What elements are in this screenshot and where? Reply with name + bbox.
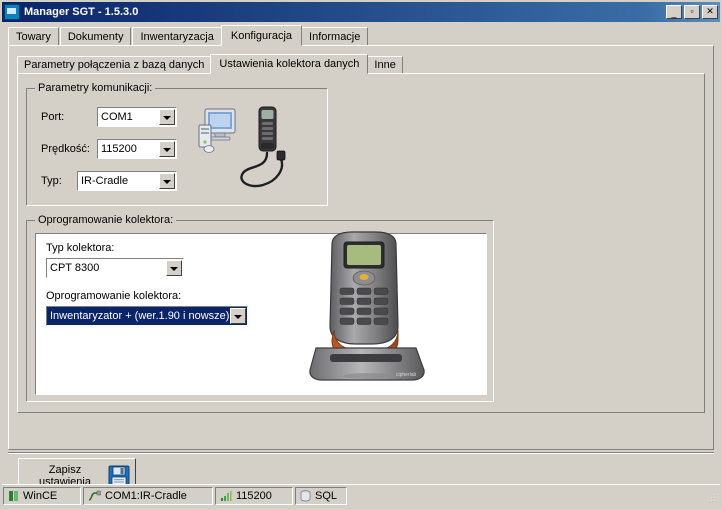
type-label: Typ: bbox=[41, 175, 62, 187]
collector-type-label: Typ kolektora: bbox=[46, 242, 115, 254]
status-os-panel: WinCE bbox=[3, 486, 81, 505]
client-area: Towary Dokumenty Inwentaryzacja Konfigur… bbox=[2, 22, 720, 494]
chevron-down-icon[interactable] bbox=[159, 173, 175, 189]
connection-illustration bbox=[197, 103, 317, 198]
resize-grip[interactable] bbox=[704, 491, 718, 505]
svg-text:cipherlab: cipherlab bbox=[396, 372, 417, 378]
communication-parameters-title: Parametry komunikacji: bbox=[35, 82, 156, 94]
tab-towary[interactable]: Towary bbox=[8, 27, 59, 46]
application-window: Manager SGT - 1.5.3.0 _ ▫ ✕ Towary Dokum… bbox=[0, 0, 722, 509]
collector-settings-page: Parametry komunikacji: Port: COM1 Prędko… bbox=[17, 73, 705, 413]
subtab-ustawienia-kolektora[interactable]: Ustawienia kolektora danych bbox=[210, 54, 369, 74]
wince-icon bbox=[8, 490, 19, 502]
minimize-icon: _ bbox=[671, 8, 677, 18]
type-combobox[interactable]: IR-Cradle bbox=[77, 171, 177, 191]
collector-software-panel: Typ kolektora: CPT 8300 Oprogramowanie k… bbox=[35, 230, 487, 395]
status-port-text: COM1:IR-Cradle bbox=[105, 489, 187, 502]
save-settings-line1: Zapisz bbox=[48, 464, 82, 476]
speed-combobox[interactable]: 115200 bbox=[97, 139, 177, 159]
tab-dokumenty[interactable]: Dokumenty bbox=[59, 27, 132, 46]
title-bar: Manager SGT - 1.5.3.0 _ ▫ ✕ bbox=[2, 2, 720, 22]
status-speed-text: 115200 bbox=[236, 489, 272, 502]
configuration-subtabstrip: Parametry połączenia z bazą danych Ustaw… bbox=[17, 54, 404, 74]
port-combobox[interactable]: COM1 bbox=[97, 107, 177, 127]
status-os-text: WinCE bbox=[23, 489, 58, 502]
status-sql-panel: SQL bbox=[295, 486, 347, 505]
chevron-down-icon[interactable] bbox=[159, 109, 175, 125]
maximize-icon: ▫ bbox=[690, 6, 694, 16]
type-value: IR-Cradle bbox=[81, 175, 129, 187]
collector-software-group: Oprogramowanie kolektora: Typ kolektora:… bbox=[26, 214, 494, 402]
tab-inwentaryzacja[interactable]: Inwentaryzacja bbox=[132, 27, 222, 46]
collector-software-title: Oprogramowanie kolektora: bbox=[35, 214, 177, 226]
subtab-inne[interactable]: Inne bbox=[367, 56, 403, 74]
tab-informacje[interactable]: Informacje bbox=[301, 27, 369, 46]
status-speed-panel: 115200 bbox=[215, 486, 293, 505]
window-title: Manager SGT - 1.5.3.0 bbox=[24, 6, 139, 18]
window-controls: _ ▫ ✕ bbox=[666, 5, 718, 19]
sql-icon bbox=[300, 489, 311, 502]
collector-type-value: CPT 8300 bbox=[50, 262, 100, 274]
configuration-tab-page: Parametry połączenia z bazą danych Ustaw… bbox=[8, 45, 714, 450]
status-bar: WinCE COM1:IR-Cradle 115200 SQL bbox=[2, 484, 720, 506]
app-icon bbox=[4, 4, 20, 20]
communication-parameters-group: Parametry komunikacji: Port: COM1 Prędko… bbox=[26, 82, 328, 206]
tab-konfiguracja[interactable]: Konfiguracja bbox=[220, 25, 303, 46]
chevron-down-icon[interactable] bbox=[230, 308, 246, 324]
chevron-down-icon[interactable] bbox=[166, 260, 182, 276]
status-sql-text: SQL bbox=[315, 489, 338, 502]
close-button[interactable]: ✕ bbox=[702, 5, 718, 19]
collector-software-combobox[interactable]: Inwentaryzator + (wer.1.90 i nowsze) bbox=[46, 306, 248, 326]
collector-type-combobox[interactable]: CPT 8300 bbox=[46, 258, 184, 278]
subtab-parametry-polaczenia[interactable]: Parametry połączenia z bazą danych bbox=[17, 56, 212, 74]
speed-value: 115200 bbox=[101, 143, 137, 155]
maximize-button[interactable]: ▫ bbox=[684, 5, 700, 19]
speed-label: Prędkość: bbox=[41, 143, 90, 155]
cable-icon bbox=[88, 490, 101, 502]
collector-software-value: Inwentaryzator + (wer.1.90 i nowsze) bbox=[50, 310, 230, 322]
minimize-button[interactable]: _ bbox=[666, 5, 682, 19]
chevron-down-icon[interactable] bbox=[159, 141, 175, 157]
collector-software-label: Oprogramowanie kolektora: bbox=[46, 290, 182, 302]
signal-icon bbox=[220, 490, 232, 502]
port-label: Port: bbox=[41, 111, 65, 123]
status-port-panel: COM1:IR-Cradle bbox=[83, 486, 213, 505]
port-value: COM1 bbox=[101, 111, 133, 123]
collector-device-illustration: cipherlab bbox=[276, 230, 476, 390]
main-tabstrip: Towary Dokumenty Inwentaryzacja Konfigur… bbox=[8, 25, 369, 46]
close-icon: ✕ bbox=[706, 6, 714, 16]
toolbar-separator bbox=[8, 452, 714, 454]
